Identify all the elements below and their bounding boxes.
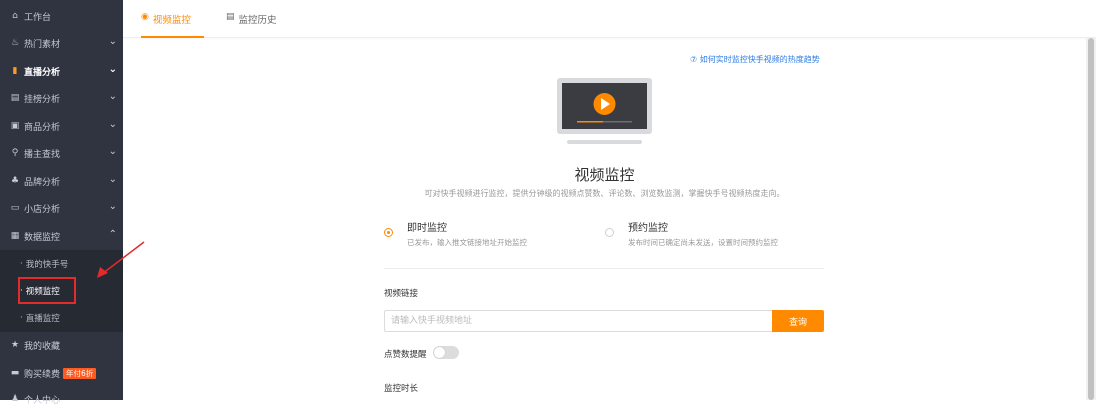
chevron-down-icon: ⌄ bbox=[108, 36, 117, 47]
bullet-dot: · bbox=[20, 313, 23, 323]
option-description: 发布时间已确定尚未发送，设置时间预约监控 bbox=[628, 238, 778, 247]
chevron-down-icon: ⌄ bbox=[108, 146, 117, 157]
chevron-down-icon: ⌄ bbox=[108, 64, 117, 75]
eye-icon: ◉ bbox=[141, 12, 149, 22]
card-icon: ▬ bbox=[10, 368, 20, 378]
section-divider bbox=[384, 268, 824, 269]
star-icon: ★ bbox=[10, 340, 20, 350]
page-title: 视频监控 bbox=[574, 166, 635, 184]
sidebar-item-ranking-analysis[interactable]: ▤ 挂榜分析 ⌄ bbox=[0, 87, 123, 109]
sidebar-item-brand-analysis[interactable]: ♣ 品牌分析 ⌄ bbox=[0, 170, 123, 192]
option-scheduled-monitor[interactable]: 预约监控 发布时间已确定尚未发送，设置时间预约监控 bbox=[605, 218, 805, 252]
sidebar-item-hot-materials[interactable]: ♨ 热门素材 ⌄ bbox=[0, 32, 123, 54]
tab-bar: ◉ 视频监控 ▤ 监控历史 bbox=[123, 0, 1096, 38]
monitor-icon: ▦ bbox=[10, 231, 20, 241]
sidebar-item-label: 数据监控 bbox=[24, 232, 61, 243]
home-icon: ⌂ bbox=[12, 11, 18, 21]
monitor-duration-label: 监控时长 bbox=[384, 384, 419, 394]
submenu-item-label: 我的快手号 bbox=[25, 260, 69, 270]
bullet-dot: · bbox=[20, 259, 23, 269]
sidebar-item-label: 品牌分析 bbox=[24, 177, 61, 188]
sidebar-item-label: 我的收藏 bbox=[24, 341, 61, 352]
annotation-highlight-box bbox=[18, 277, 76, 304]
search-icon: ⚲ bbox=[11, 148, 19, 158]
sidebar-item-store-analysis[interactable]: ▭ 小店分析 ⌄ bbox=[0, 197, 123, 219]
radio-instant-monitor[interactable] bbox=[384, 228, 393, 237]
user-icon: ♟ bbox=[10, 394, 20, 404]
sidebar-item-streamer-search[interactable]: ⚲ 播主查找 ⌄ bbox=[0, 142, 123, 164]
option-title: 即时监控 bbox=[407, 223, 447, 234]
chevron-down-icon: ⌄ bbox=[108, 91, 117, 102]
option-instant-monitor[interactable]: 即时监控 已发布，输入推文链接地址开始监控 bbox=[384, 218, 584, 252]
submenu-item-label: 直播监控 bbox=[25, 314, 60, 324]
sidebar-item-label: 小店分析 bbox=[24, 204, 61, 215]
sidebar-item-label: 购买续费 bbox=[24, 369, 61, 380]
like-reminder-label: 点赞数提醒 bbox=[384, 350, 427, 360]
sidebar-item-label: 直播分析 bbox=[24, 67, 61, 78]
tab-label: 监控历史 bbox=[238, 15, 277, 26]
like-reminder-toggle[interactable] bbox=[433, 346, 459, 359]
sidebar-item-renew[interactable]: ▬ 购买续费 年付6折 bbox=[0, 362, 123, 384]
option-title: 预约监控 bbox=[628, 223, 668, 234]
scrollbar-thumb[interactable] bbox=[1088, 38, 1094, 400]
help-link[interactable]: ⑦ 如何实时监控快手视频的热度趋势 bbox=[690, 54, 820, 65]
bar-chart-icon: ▮ bbox=[12, 66, 18, 76]
trend-icon: ▤ bbox=[10, 93, 20, 103]
sidebar-item-label: 热门素材 bbox=[24, 39, 61, 50]
chevron-down-icon: ⌄ bbox=[108, 201, 117, 212]
chevron-up-icon: ⌃ bbox=[108, 229, 117, 240]
video-url-input[interactable] bbox=[384, 310, 772, 332]
sidebar-item-profile[interactable]: ♟ 个人中心 bbox=[0, 388, 123, 410]
sidebar-item-label: 商品分析 bbox=[24, 122, 61, 133]
page-description: 可对快手视频进行监控，提供分钟级的视频点赞数、评论数、浏览数监测，掌握快手号视频… bbox=[424, 189, 785, 198]
brand-icon: ♣ bbox=[10, 176, 20, 186]
sidebar-item-live-analysis[interactable]: ▮ 直播分析 ⌄ bbox=[0, 60, 123, 82]
sidebar: ⌂ 工作台 ♨ 热门素材 ⌄ ▮ 直播分析 ⌄ ▤ 挂榜分析 ⌄ ▣ 商品分析 … bbox=[0, 0, 123, 406]
tab-monitor-history[interactable]: ▤ 监控历史 bbox=[226, 12, 277, 38]
discount-badge: 年付6折 bbox=[63, 367, 97, 379]
sidebar-item-label: 挂榜分析 bbox=[24, 94, 61, 105]
sidebar-item-workbench[interactable]: ⌂ 工作台 bbox=[0, 5, 123, 27]
option-description: 已发布，输入推文链接地址开始监控 bbox=[407, 238, 527, 247]
tab-label: 视频监控 bbox=[152, 15, 191, 26]
store-icon: ▭ bbox=[10, 203, 20, 213]
submenu-item-live-monitor[interactable]: · 直播监控 bbox=[0, 308, 123, 328]
sidebar-item-favorites[interactable]: ★ 我的收藏 bbox=[0, 334, 123, 356]
query-button[interactable]: 查询 bbox=[772, 310, 824, 332]
shop-icon: ▣ bbox=[10, 121, 20, 131]
sidebar-item-label: 播主查找 bbox=[24, 149, 61, 160]
history-icon: ▤ bbox=[226, 12, 235, 22]
chevron-down-icon: ⌄ bbox=[108, 119, 117, 130]
annotation-arrow-icon bbox=[97, 241, 145, 278]
chevron-down-icon: ⌄ bbox=[108, 174, 117, 185]
video-monitor-illustration-icon bbox=[557, 78, 652, 144]
video-link-label: 视频链接 bbox=[384, 289, 419, 299]
sidebar-item-label: 个人中心 bbox=[24, 395, 61, 406]
flame-icon: ♨ bbox=[10, 38, 20, 48]
sidebar-item-product-analysis[interactable]: ▣ 商品分析 ⌄ bbox=[0, 115, 123, 137]
sidebar-item-label: 工作台 bbox=[24, 12, 52, 23]
tab-video-monitor[interactable]: ◉ 视频监控 bbox=[141, 12, 204, 38]
radio-scheduled-monitor[interactable] bbox=[605, 228, 614, 237]
